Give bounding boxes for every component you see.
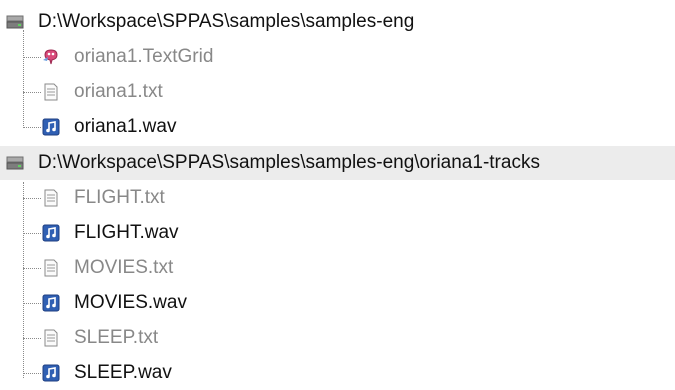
folder-row[interactable]: D:\Workspace\SPPAS\samples\samples-eng: [0, 5, 675, 39]
file-name: SLEEP.wav: [74, 362, 172, 383]
tree-connector: [23, 30, 24, 128]
drive-icon: [6, 156, 24, 170]
text-file-icon: [44, 329, 58, 347]
text-file-icon: [44, 83, 58, 101]
file-name: oriana1.TextGrid: [74, 46, 214, 67]
file-tree: D:\Workspace\SPPAS\samples\samples-eng o…: [0, 0, 675, 386]
file-name: FLIGHT.txt: [74, 187, 165, 208]
audio-file-icon: [42, 118, 60, 136]
file-name: FLIGHT.wav: [74, 222, 179, 243]
audio-file-icon: [42, 224, 60, 242]
file-name: SLEEP.txt: [74, 327, 159, 348]
audio-file-icon: [42, 294, 60, 312]
tree-connector: [23, 182, 24, 378]
file-name: MOVIES.txt: [74, 257, 174, 278]
text-file-icon: [44, 259, 58, 277]
drive-icon: [6, 15, 24, 29]
file-name: oriana1.txt: [74, 81, 163, 102]
audio-file-icon: [42, 364, 60, 382]
file-name: MOVIES.wav: [74, 292, 187, 313]
folder-row[interactable]: D:\Workspace\SPPAS\samples\samples-eng\o…: [0, 146, 675, 180]
textgrid-icon: [43, 49, 58, 65]
folder-path: D:\Workspace\SPPAS\samples\samples-eng: [38, 11, 415, 32]
folder-path: D:\Workspace\SPPAS\samples\samples-eng\o…: [38, 152, 540, 173]
file-name: oriana1.wav: [74, 116, 177, 137]
text-file-icon: [44, 189, 58, 207]
